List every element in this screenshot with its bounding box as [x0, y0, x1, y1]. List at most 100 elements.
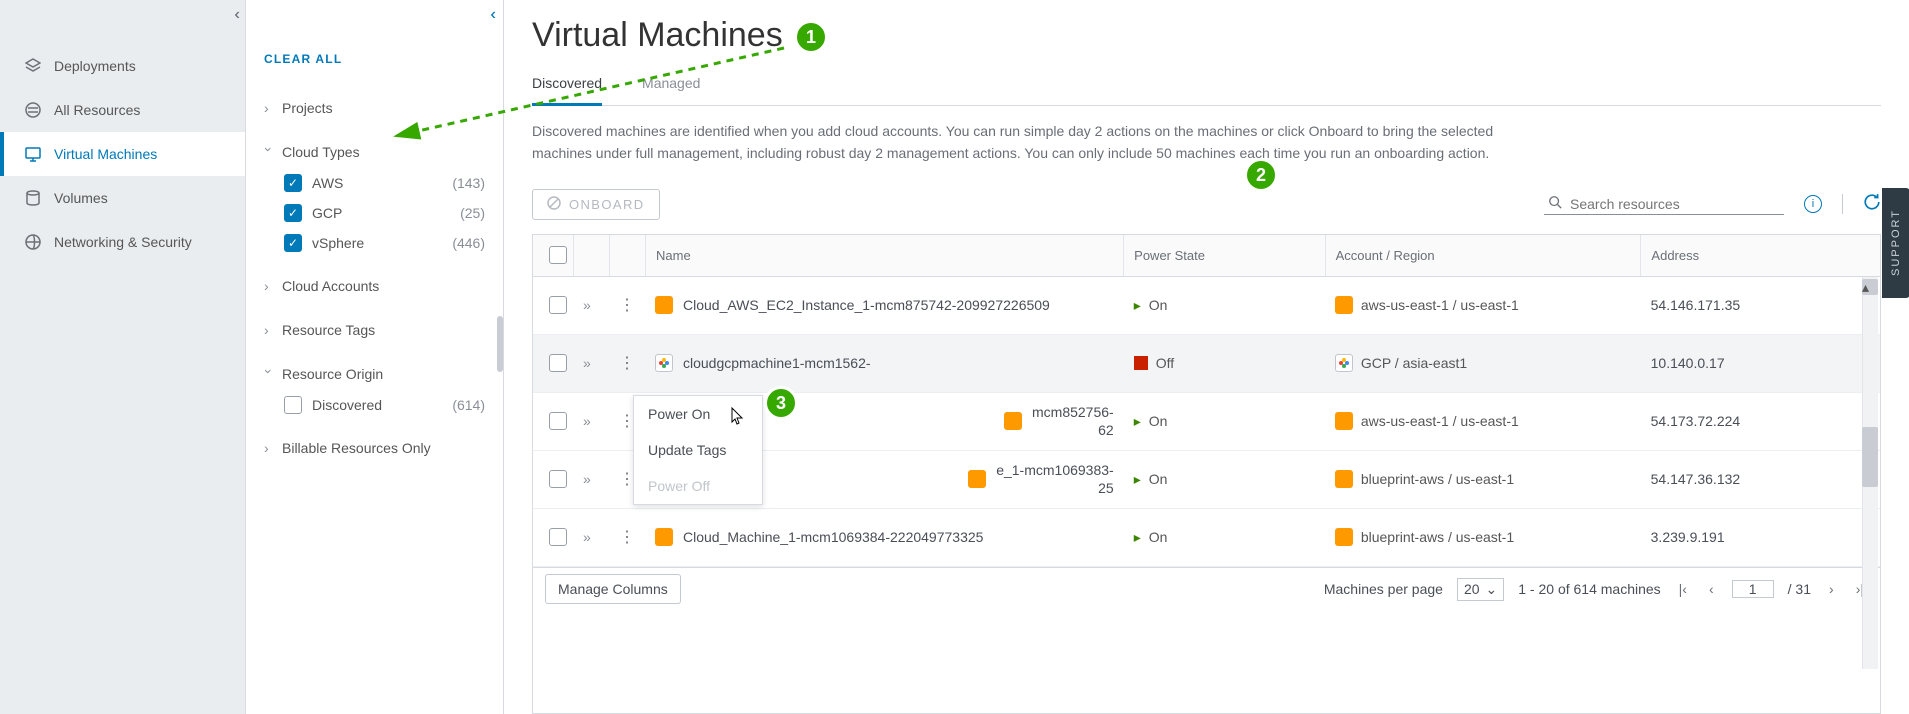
grid-scroll-thumb[interactable] [1862, 427, 1878, 487]
aws-icon [1004, 412, 1022, 430]
checkbox-icon: ✓ [284, 234, 302, 252]
aws-icon [1335, 412, 1353, 430]
filter-option-gcp[interactable]: ✓GCP (25) [284, 198, 485, 228]
power-state: On [1149, 297, 1168, 313]
filter-option-aws[interactable]: ✓AWS (143) [284, 168, 485, 198]
row-checkbox[interactable] [549, 412, 567, 430]
address: 3.239.9.191 [1651, 529, 1725, 545]
tabs: Discovered Managed [532, 67, 1881, 106]
support-tab[interactable]: SUPPORT [1882, 188, 1909, 298]
account-region: aws-us-east-1 / us-east-1 [1361, 297, 1519, 313]
expand-icon[interactable]: » [583, 529, 591, 545]
table-row[interactable]: » ⋮ Cloud_AWS_EC2_Instance_1-mcm875742-2… [533, 277, 1880, 335]
page-first[interactable]: |‹ [1675, 581, 1691, 597]
chevron-down-icon: › [261, 147, 277, 157]
nav-item-networking[interactable]: Networking & Security [0, 220, 245, 264]
manage-columns-button[interactable]: Manage Columns [545, 574, 681, 604]
per-page-label: Machines per page [1324, 581, 1443, 597]
page-prev[interactable]: ‹ [1705, 581, 1718, 597]
tab-discovered[interactable]: Discovered [532, 67, 602, 106]
filter-option-count: (446) [452, 235, 485, 251]
per-page-select[interactable]: 20⌄ [1457, 578, 1504, 601]
filter-group-label: Projects [282, 100, 333, 116]
filter-option-discovered[interactable]: Discovered (614) [284, 390, 485, 420]
filter-option-count: (614) [452, 397, 485, 413]
deployments-icon [24, 57, 42, 75]
info-icon[interactable]: i [1804, 195, 1822, 213]
aws-icon [655, 296, 673, 314]
nav-item-all-resources[interactable]: All Resources [0, 88, 245, 132]
row-actions-icon[interactable]: ⋮ [619, 297, 635, 314]
page-current-input[interactable]: 1 [1732, 580, 1774, 598]
filter-group-billable[interactable]: › Billable Resources Only [264, 432, 485, 464]
search-input-wrap[interactable] [1544, 193, 1784, 215]
filter-group-projects[interactable]: › Projects [264, 92, 485, 124]
col-address[interactable]: Address [1651, 248, 1699, 263]
page-title: Virtual Machines [532, 16, 783, 55]
clear-all-link[interactable]: CLEAR ALL [246, 44, 503, 86]
tab-managed[interactable]: Managed [642, 67, 700, 105]
col-power[interactable]: Power State [1134, 248, 1205, 263]
table-row[interactable]: » ⋮ cloudgcpmachine1-mcm1562- Off GCP / … [533, 335, 1880, 393]
nav-collapse-icon[interactable]: ‹‹ [234, 6, 235, 24]
filter-group-label: Billable Resources Only [282, 440, 431, 456]
page-next[interactable]: › [1825, 581, 1838, 597]
grid-footer: Manage Columns Machines per page 20⌄ 1 -… [533, 567, 1880, 611]
filter-panel: ‹‹ CLEAR ALL › Projects › Cloud Types ✓A… [246, 0, 504, 714]
expand-icon[interactable]: » [583, 413, 591, 429]
aws-icon [1335, 528, 1353, 546]
aws-icon [1335, 296, 1353, 314]
expand-icon[interactable]: » [583, 355, 591, 371]
account-region: GCP / asia-east1 [1361, 355, 1467, 371]
filter-scroll-thumb[interactable] [497, 316, 503, 372]
cursor-icon [731, 407, 745, 428]
filter-option-vsphere[interactable]: ✓vSphere (446) [284, 228, 485, 258]
power-off-icon [1134, 356, 1148, 370]
filter-group-cloud-types[interactable]: › Cloud Types [264, 136, 485, 168]
onboard-label: ONBOARD [569, 197, 645, 212]
expand-icon[interactable]: » [583, 471, 591, 487]
gcp-icon [655, 354, 673, 372]
ctx-update-tags[interactable]: Update Tags [634, 432, 762, 468]
row-checkbox[interactable] [549, 296, 567, 314]
refresh-icon[interactable] [1863, 193, 1881, 216]
account-region: aws-us-east-1 / us-east-1 [1361, 413, 1519, 429]
power-on-icon: ▸ [1134, 413, 1141, 430]
filter-collapse-icon[interactable]: ‹‹ [490, 6, 491, 24]
nav-label: Deployments [54, 58, 136, 74]
col-account[interactable]: Account / Region [1336, 248, 1435, 263]
power-on-icon: ▸ [1134, 297, 1141, 314]
row-actions-icon[interactable]: ⋮ [619, 355, 635, 372]
row-checkbox[interactable] [549, 528, 567, 546]
nav-item-deployments[interactable]: Deployments [0, 44, 245, 88]
filter-group-resource-origin[interactable]: › Resource Origin [264, 358, 485, 390]
grid-scroll-up[interactable]: ▴ [1862, 279, 1878, 295]
filter-group-resource-tags[interactable]: › Resource Tags [264, 314, 485, 346]
onboard-button[interactable]: ONBOARD [532, 189, 660, 220]
nav-item-volumes[interactable]: Volumes [0, 176, 245, 220]
divider [1842, 194, 1843, 214]
chevron-down-icon: ⌄ [1486, 581, 1498, 598]
nav-item-virtual-machines[interactable]: Virtual Machines [0, 132, 245, 176]
filter-option-label: Discovered [312, 397, 382, 413]
aws-icon [655, 528, 673, 546]
grid-header: Name Power State Account / Region Addres… [533, 235, 1880, 277]
power-state: Off [1156, 355, 1174, 371]
filter-group-label: Cloud Types [282, 144, 360, 160]
expand-icon[interactable]: » [583, 297, 591, 313]
gcp-icon [1335, 354, 1353, 372]
aws-icon [968, 470, 986, 488]
power-state: On [1149, 471, 1168, 487]
all-resources-icon [24, 101, 42, 119]
row-checkbox[interactable] [549, 354, 567, 372]
filter-group-cloud-accounts[interactable]: › Cloud Accounts [264, 270, 485, 302]
row-checkbox[interactable] [549, 470, 567, 488]
col-name[interactable]: Name [656, 248, 691, 263]
block-icon [547, 196, 561, 213]
table-row[interactable]: » ⋮ Cloud_Machine_1-mcm1069384-222049773… [533, 509, 1880, 567]
select-all-checkbox[interactable] [549, 246, 567, 264]
search-input[interactable] [1570, 196, 1780, 212]
power-on-icon: ▸ [1134, 471, 1141, 488]
address: 10.140.0.17 [1651, 355, 1725, 371]
row-actions-icon[interactable]: ⋮ [619, 529, 635, 546]
